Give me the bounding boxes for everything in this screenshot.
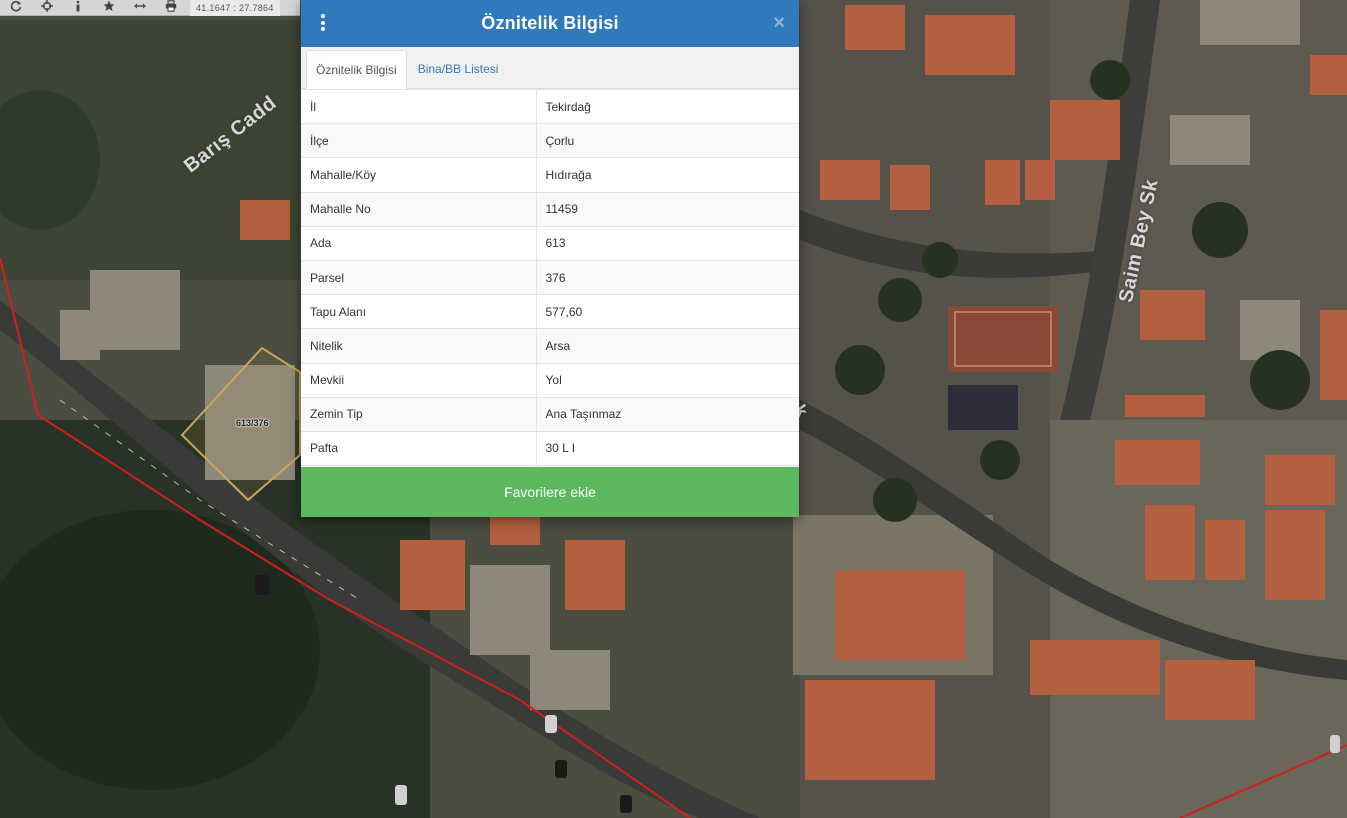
attribute-value: Ana Taşınmaz [536, 396, 799, 432]
info-button[interactable] [62, 0, 93, 16]
attribute-value: Hıdırağa [536, 157, 799, 193]
dialog-header: Öznitelik Bilgisi × [301, 0, 799, 47]
attribute-key: Nitelik [301, 328, 537, 364]
attribute-row: Tapu Alanı 577,60 [301, 294, 799, 330]
map-toolbar: 41.1647 : 27.7864 [0, 0, 300, 16]
attribute-value: Tekirdağ [536, 88, 799, 125]
attribute-row: Mevkii Yol [301, 362, 799, 398]
close-button[interactable]: × [773, 13, 785, 33]
attribute-key: Tapu Alanı [301, 294, 537, 330]
info-icon [72, 0, 84, 15]
attribute-key: İl [301, 88, 537, 125]
attribute-value: Yol [536, 362, 799, 398]
kebab-dot [321, 20, 325, 25]
attribute-value: Arsa [536, 328, 799, 364]
crosshair-icon [40, 0, 53, 15]
attribute-key: Zemin Tip [301, 396, 537, 432]
attribute-row: Mahalle/Köy Hıdırağa [301, 157, 799, 193]
kebab-menu-icon [321, 14, 325, 18]
tab-attribute-info[interactable]: Öznitelik Bilgisi [306, 50, 407, 89]
attribute-row: İl Tekirdağ [301, 88, 799, 125]
attribute-table: İl Tekirdağ İlçe Çorlu Mahalle/Köy Hıdırağa Ma… [301, 88, 799, 467]
tab-building-list[interactable]: Bina/BB Listesi [409, 50, 508, 88]
attribute-value: 613 [536, 225, 799, 261]
kebab-dot [321, 27, 325, 31]
attribute-row: Zemin Tip Ana Taşınmaz [301, 396, 799, 432]
dialog-menu-button[interactable] [319, 14, 327, 34]
refresh-button[interactable] [0, 0, 31, 16]
favorites-button[interactable] [93, 0, 124, 16]
attribute-row: Mahalle No 11459 [301, 191, 799, 227]
star-icon [102, 0, 115, 15]
attribute-key: Pafta [301, 430, 537, 467]
attribute-key: İlçe [301, 123, 537, 159]
attribute-value: 11459 [536, 191, 799, 227]
parcel-label: 613/376 [236, 418, 269, 428]
attribute-value: Çorlu [536, 123, 799, 159]
attribute-value: 577,60 [536, 294, 799, 330]
locate-button[interactable] [31, 0, 62, 16]
print-button[interactable] [155, 0, 186, 16]
coordinate-readout: 41.1647 : 27.7864 [190, 0, 280, 16]
measure-icon [133, 0, 146, 15]
attribute-row: Pafta 30 L I [301, 430, 799, 467]
attribute-row: İlçe Çorlu [301, 123, 799, 159]
attribute-key: Ada [301, 225, 537, 261]
attribute-dialog: Öznitelik Bilgisi × Öznitelik Bilgisi Bi… [301, 0, 799, 517]
attribute-row: Parsel 376 [301, 259, 799, 296]
attribute-row: Ada 613 [301, 225, 799, 261]
add-to-favorites-button[interactable]: Favorilere ekle [301, 467, 799, 517]
attribute-key: Parsel [301, 259, 537, 296]
attribute-value: 376 [536, 259, 799, 296]
attribute-key: Mevkii [301, 362, 537, 398]
refresh-icon [10, 0, 22, 15]
attribute-value: 30 L I [536, 430, 799, 467]
dialog-tabs: Öznitelik Bilgisi Bina/BB Listesi [301, 47, 799, 89]
attribute-key: Mahalle No [301, 191, 537, 227]
dialog-title: Öznitelik Bilgisi [481, 13, 619, 33]
measure-button[interactable] [124, 0, 155, 16]
print-icon [165, 0, 177, 15]
close-icon: × [773, 12, 785, 34]
attribute-row: Nitelik Arsa [301, 328, 799, 364]
attribute-key: Mahalle/Köy [301, 157, 537, 193]
